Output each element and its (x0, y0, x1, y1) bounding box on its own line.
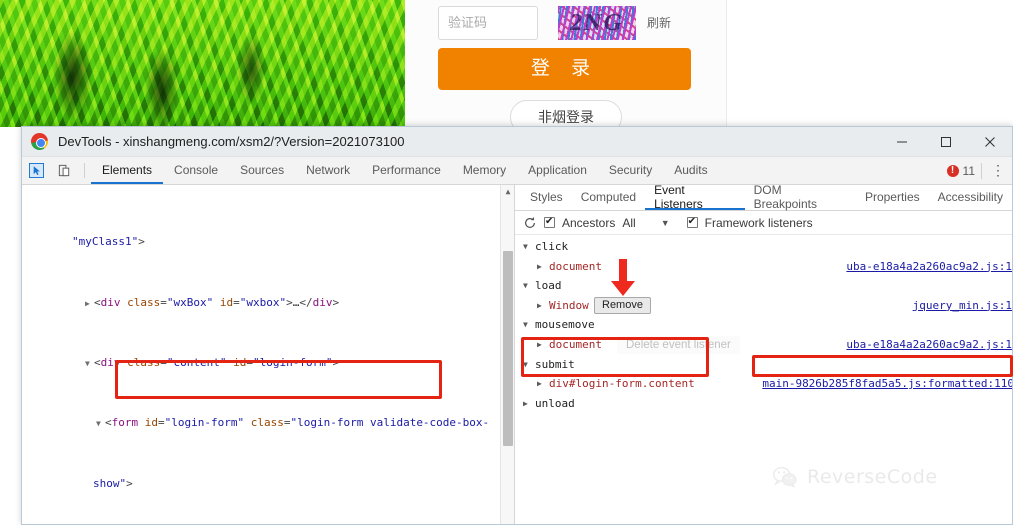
sidebar-tabbar: Styles Computed Event Listeners DOM Brea… (515, 185, 1012, 211)
screenshot-root: 验证码 2NG 刷新 登 录 非烟登录 DevTools - xinshangm… (0, 0, 1013, 525)
event-listeners-toolbar: Ancestors All ▼ Framework listeners (515, 211, 1012, 235)
tab-audits[interactable]: Audits (663, 157, 718, 184)
listener-entry[interactable]: ▶ Window Remove jquery_min.js:1 (515, 296, 1012, 316)
caret-right-icon[interactable]: ▶ (537, 296, 542, 316)
listener-source-link[interactable]: uba-e18a4a2a260ac9a2.js:1 (846, 257, 1012, 277)
page-login-button[interactable]: 登 录 (438, 48, 691, 90)
framework-listeners-checkbox[interactable] (686, 215, 698, 228)
caret-right-icon[interactable]: ▶ (537, 374, 542, 394)
tab-application[interactable]: Application (517, 157, 598, 184)
devtools-window-title: DevTools - xinshangmeng.com/xsm2/?Versio… (58, 134, 405, 149)
listener-group-click[interactable]: ▼ click (515, 237, 1012, 257)
chrome-logo-icon (31, 133, 48, 150)
listener-source-link[interactable]: uba-e18a4a2a260ac9a2.js:1 (846, 335, 1012, 355)
remove-listener-button[interactable]: Remove (594, 296, 651, 314)
caret-right-icon[interactable]: ▶ (537, 335, 542, 355)
sidebar-tab-styles[interactable]: Styles (521, 185, 572, 210)
ancestors-label: Ancestors (562, 215, 616, 230)
tabbar-right-group: ! 11 ⋮ (946, 157, 1012, 184)
listener-group-mousemove[interactable]: ▼ mousemove (515, 315, 1012, 335)
listener-node: div#login-form.content (549, 377, 695, 391)
chevron-down-icon[interactable]: ▼ (661, 218, 670, 228)
refresh-icon[interactable] (523, 216, 537, 230)
tabbar-divider (981, 162, 982, 179)
tab-performance[interactable]: Performance (361, 157, 452, 184)
login-form-column: 验证码 2NG 刷新 登 录 非烟登录 (405, 0, 727, 134)
error-icon: ! (946, 164, 959, 177)
sidebar-tab-computed[interactable]: Computed (572, 185, 645, 210)
listener-node: document (549, 337, 602, 351)
dom-line[interactable]: ▼ <form id="login-form" class="login-form… (22, 415, 500, 430)
toolbar-divider (84, 163, 85, 178)
captcha-image[interactable]: 2NG (558, 6, 636, 40)
caret-right-icon[interactable]: ▶ (523, 394, 528, 414)
scrollbar-thumb[interactable] (503, 251, 513, 446)
caret-down-icon[interactable]: ▼ (523, 315, 528, 335)
scrollbar-up-arrow[interactable]: ▲ (501, 185, 514, 199)
event-listeners-list: ▼ click ▶ document uba-e18a4a2a260ac9a2.… (515, 235, 1012, 413)
dom-line[interactable]: ▶ <div class="wxBox" id="wxbox">…</div> (22, 295, 500, 310)
device-toolbar-icon[interactable] (50, 157, 78, 184)
error-badge[interactable]: ! 11 (946, 163, 975, 178)
listener-entry[interactable]: ▶ div#login-form.content main-9826b285f8… (515, 374, 1012, 394)
background-webpage: 验证码 2NG 刷新 登 录 非烟登录 (0, 0, 1013, 140)
listener-entry[interactable]: ▶ document uba-e18a4a2a260ac9a2.js:1 (515, 257, 1012, 277)
listener-filter-value[interactable]: All (622, 216, 635, 230)
watermark: ReverseCode (772, 466, 938, 488)
captcha-image-text: 2NG (568, 10, 626, 36)
wechat-icon (772, 467, 797, 488)
listener-source-link[interactable]: jquery_min.js:1 (913, 296, 1012, 316)
window-controls (880, 127, 1012, 157)
listener-event-name: submit (535, 357, 575, 371)
captcha-refresh-link[interactable]: 刷新 (647, 14, 671, 31)
error-count: 11 (962, 163, 975, 178)
framework-listeners-label: Framework listeners (704, 215, 813, 230)
dom-tree-scrollbar[interactable]: ▲ (500, 185, 514, 524)
sidebar-tab-event-listeners[interactable]: Event Listeners (645, 185, 745, 211)
listener-group-load[interactable]: ▼ load (515, 276, 1012, 296)
tab-security[interactable]: Security (598, 157, 663, 184)
sidebar-tab-accessibility[interactable]: Accessibility (929, 185, 1012, 210)
watermark-text: ReverseCode (807, 466, 938, 488)
tab-sources[interactable]: Sources (229, 157, 295, 184)
dom-tree-pane[interactable]: "myClass1"> ▶ <div class="wxBox" id="wxbo… (22, 185, 514, 524)
dom-line[interactable]: show"> (22, 476, 500, 491)
tab-network[interactable]: Network (295, 157, 361, 184)
listener-group-submit[interactable]: ▼ submit (515, 355, 1012, 375)
listener-event-name: unload (535, 396, 575, 410)
listener-entry[interactable]: ▶ document Delete event listener uba-e18… (515, 335, 1012, 355)
devtools-main-tabbar: Elements Console Sources Network Perform… (22, 157, 1012, 185)
listener-node: document (549, 259, 602, 273)
minimize-button[interactable] (880, 127, 924, 157)
listener-event-name: click (535, 240, 569, 253)
listener-node: Window (549, 298, 589, 312)
sidebar-tab-dom-breakpoints[interactable]: DOM Breakpoints (745, 185, 856, 211)
sidebar-tab-properties[interactable]: Properties (856, 185, 929, 210)
dom-tree-lines: "myClass1"> ▶ <div class="wxBox" id="wxbo… (22, 189, 500, 524)
dom-line[interactable]: "myClass1"> (22, 234, 500, 249)
tab-memory[interactable]: Memory (452, 157, 517, 184)
ancestors-checkbox[interactable] (544, 215, 555, 228)
listener-event-name: mousemove (535, 318, 595, 332)
inspect-element-icon[interactable] (22, 157, 50, 184)
caret-down-icon[interactable]: ▼ (523, 355, 528, 375)
listener-group-unload[interactable]: ▶ unload (515, 394, 1012, 414)
captcha-input[interactable]: 验证码 (438, 6, 538, 40)
tab-console[interactable]: Console (163, 157, 229, 184)
tab-elements[interactable]: Elements (91, 157, 164, 184)
tobacco-field-photo (0, 0, 405, 127)
dom-line[interactable]: ▼ <div class="content" id="login-form"> (22, 355, 500, 370)
caret-right-icon[interactable]: ▶ (537, 257, 542, 277)
caret-down-icon[interactable]: ▼ (523, 237, 528, 257)
devtools-titlebar: DevTools - xinshangmeng.com/xsm2/?Versio… (22, 127, 1012, 157)
more-options-icon[interactable]: ⋮ (988, 162, 1008, 179)
caret-down-icon[interactable]: ▼ (523, 276, 528, 296)
maximize-button[interactable] (924, 127, 968, 157)
listener-event-name: load (535, 279, 562, 293)
delete-listener-tooltip: Delete event listener (617, 335, 740, 354)
close-button[interactable] (968, 127, 1012, 157)
listener-source-link[interactable]: main-9826b285f8fad5a5.js:formatted:110 (762, 374, 1012, 394)
